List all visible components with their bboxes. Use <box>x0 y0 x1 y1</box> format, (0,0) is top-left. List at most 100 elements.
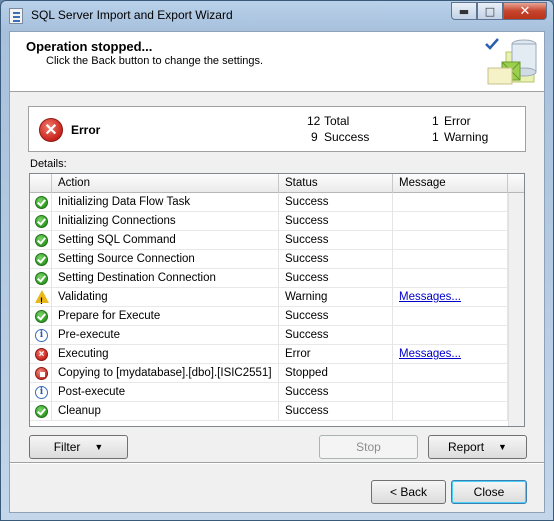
error-label: Error <box>444 114 471 128</box>
action-cell: Setting Destination Connection <box>52 269 279 288</box>
messages-link[interactable]: Messages... <box>399 291 461 303</box>
action-cell: Prepare for Execute <box>52 307 279 326</box>
status-cell: Success <box>279 383 393 402</box>
success-icon <box>35 405 48 418</box>
table-row[interactable]: Setting Source Connection Success <box>30 250 508 269</box>
info-icon: i <box>35 386 48 399</box>
action-cell: Executing <box>52 345 279 364</box>
message-cell <box>393 212 508 231</box>
row-icon-cell <box>30 364 52 383</box>
message-cell <box>393 364 508 383</box>
action-cell: Post-execute <box>52 383 279 402</box>
message-cell: Messages... <box>393 345 508 364</box>
status-cell: Success <box>279 212 393 231</box>
row-icon-cell <box>30 193 52 212</box>
message-cell <box>393 231 508 250</box>
footer-divider-highlight <box>10 463 544 464</box>
summary-status-label: Error <box>71 123 101 137</box>
report-button-label: Report <box>448 440 485 454</box>
status-cell: Success <box>279 307 393 326</box>
warning-icon <box>35 290 49 306</box>
table-row[interactable]: Cleanup Success <box>30 402 508 421</box>
wizard-window: SQL Server Import and Export Wizard ▬ □ … <box>0 0 554 521</box>
minimize-button[interactable]: ▬ <box>451 2 477 20</box>
wizard-header: Operation stopped... Click the Back butt… <box>10 32 544 92</box>
message-cell <box>393 250 508 269</box>
table-row[interactable]: Prepare for Execute Success <box>30 307 508 326</box>
message-cell <box>393 193 508 212</box>
table-row[interactable]: Copying to [mydatabase].[dbo].[ISIC2551]… <box>30 364 508 383</box>
table-row[interactable]: Initializing Connections Success <box>30 212 508 231</box>
message-cell <box>393 402 508 421</box>
status-cell: Success <box>279 231 393 250</box>
row-icon-cell <box>30 250 52 269</box>
table-row[interactable]: ValidatingWarning Messages... <box>30 288 508 307</box>
message-cell <box>393 326 508 345</box>
icon-column-header <box>30 174 52 193</box>
error-icon: ✕ <box>39 118 63 142</box>
status-cell: Success <box>279 250 393 269</box>
page-subtitle: Click the Back button to change the sett… <box>46 55 264 67</box>
maximize-button[interactable]: □ <box>477 2 503 20</box>
row-icon-cell <box>30 212 52 231</box>
action-cell: Cleanup <box>52 402 279 421</box>
row-icon-cell <box>30 288 52 307</box>
grid-scrollbar[interactable] <box>508 193 524 426</box>
back-button[interactable]: < Back <box>371 480 446 504</box>
action-cell: Initializing Connections <box>52 212 279 231</box>
status-cell: Success <box>279 326 393 345</box>
messages-link[interactable]: Messages... <box>399 348 461 360</box>
error-count: 1 <box>432 114 439 128</box>
details-grid[interactable]: Action Status Message Initializing Data … <box>29 173 525 427</box>
success-icon <box>35 215 48 228</box>
message-cell <box>393 383 508 402</box>
warning-count: 1 <box>432 130 439 144</box>
success-label: Success <box>324 130 370 144</box>
wizard-banner-icon <box>485 38 537 85</box>
close-window-button[interactable]: ✕ <box>503 2 547 20</box>
row-icon-cell <box>30 269 52 288</box>
column-header-status[interactable]: Status <box>279 174 393 193</box>
summary-panel: ✕ Error 12 Total 9 Success 1 Error 1 War… <box>28 106 526 152</box>
row-icon-cell: i <box>30 383 52 402</box>
chevron-down-icon: ▼ <box>94 442 104 452</box>
total-count: 12 <box>307 114 321 128</box>
column-header-message[interactable]: Message <box>393 174 508 193</box>
row-icon-cell: i <box>30 326 52 345</box>
table-row[interactable]: Initializing Data Flow Task Success <box>30 193 508 212</box>
row-icon-cell <box>30 231 52 250</box>
action-cell: Setting Source Connection <box>52 250 279 269</box>
table-row[interactable]: Setting Destination Connection Success <box>30 269 508 288</box>
table-row[interactable]: i Pre-execute Success <box>30 326 508 345</box>
table-row[interactable]: i Post-execute Success <box>30 383 508 402</box>
filter-button[interactable]: Filter ▼ <box>29 435 128 459</box>
column-header-action[interactable]: Action <box>52 174 279 193</box>
action-cell: Pre-execute <box>52 326 279 345</box>
success-count: 9 <box>311 130 318 144</box>
details-label: Details: <box>30 158 67 170</box>
action-cell: Copying to [mydatabase].[dbo].[ISIC2551] <box>52 364 279 383</box>
status-cell: Success <box>279 193 393 212</box>
action-cell: Setting SQL Command <box>52 231 279 250</box>
error-icon: × <box>35 348 48 361</box>
window-title: SQL Server Import and Export Wizard <box>31 8 233 22</box>
title-bar[interactable]: SQL Server Import and Export Wizard ▬ □ … <box>1 1 553 31</box>
row-icon-cell: × <box>30 345 52 364</box>
success-icon <box>35 272 48 285</box>
warning-label: Warning <box>444 130 489 144</box>
table-row[interactable]: Setting SQL Command Success <box>30 231 508 250</box>
success-icon <box>35 253 48 266</box>
report-button[interactable]: Report ▼ <box>428 435 527 459</box>
message-cell: Messages... <box>393 288 508 307</box>
caption-buttons: ▬ □ ✕ <box>451 2 547 20</box>
row-icon-cell <box>30 402 52 421</box>
table-row[interactable]: × Executing Error Messages... <box>30 345 508 364</box>
stop-button[interactable]: Stop <box>319 435 418 459</box>
success-icon <box>35 234 48 247</box>
close-button[interactable]: Close <box>451 480 527 504</box>
status-cell: Warning <box>279 288 393 307</box>
status-cell: Error <box>279 345 393 364</box>
total-label: Total <box>324 114 350 128</box>
message-cell <box>393 307 508 326</box>
grid-header: Action Status Message <box>30 174 524 193</box>
